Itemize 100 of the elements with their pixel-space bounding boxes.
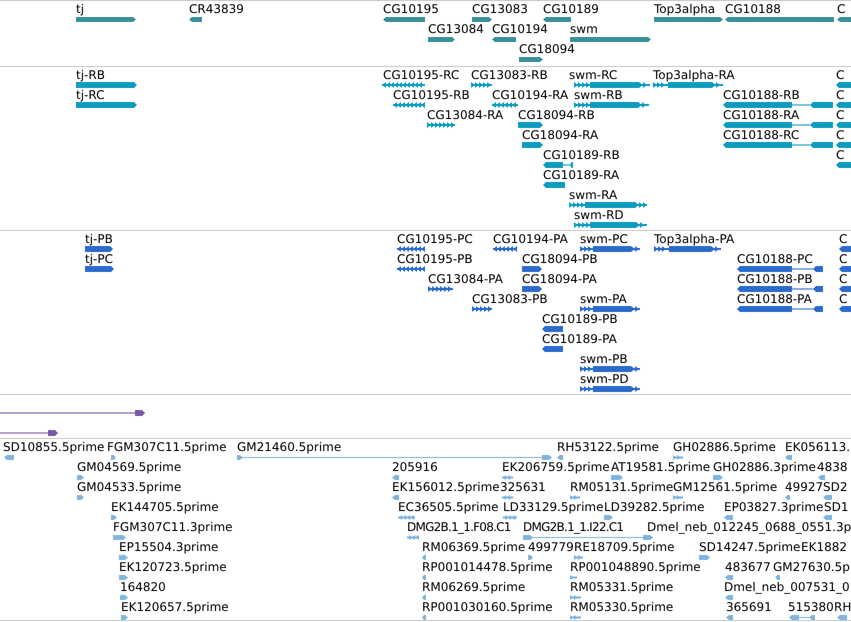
feature-label: SD10855.5prime (3, 440, 104, 454)
feature-label: 365691 (726, 600, 772, 614)
feature-label: CG10189-PA (542, 332, 617, 346)
feature-label: CG18094-RA (522, 128, 598, 142)
feature-label: LD33129.5prime (503, 500, 604, 514)
feature-label: 499779 (528, 540, 574, 554)
feature-label: GH02886.5prime (673, 440, 776, 454)
feature-label: CG10194-RA (492, 88, 568, 102)
feature-label: RM06369.5prime (422, 540, 526, 554)
feature-label: CG13084-RA (427, 108, 504, 122)
feature-label: CG13083-PB (472, 292, 548, 306)
feature-label: C (836, 128, 844, 142)
feature-label: RP001030160.5prime (422, 600, 553, 614)
feature-label: CR43839 (189, 2, 244, 16)
feature-label: tj-RB (76, 68, 105, 82)
feature-label: SD2 (823, 480, 848, 494)
feature-label: GM12561.5prime (673, 480, 778, 494)
feature-label: CG18094-PB (522, 252, 598, 266)
feature-label: CG10195 (383, 2, 439, 16)
feature-label: swm (570, 22, 598, 36)
feature-label: DMG2B.1_1.I22.C1 (523, 520, 624, 534)
feature-label: CG18094 (519, 42, 575, 56)
feature-label: CG10195-RB (393, 88, 470, 102)
feature-label: 49927 (785, 480, 824, 494)
feature-label: Dmel_neb_012245_0688_0551.3p (647, 520, 851, 534)
feature-label: CG13084 (428, 22, 484, 36)
feature-label: 483677 (725, 560, 771, 574)
feature-label: FGM307C11.3prime (113, 520, 233, 534)
feature-label: CG13083-RB (471, 68, 548, 82)
feature-label: GM21460.5prime (237, 440, 342, 454)
feature-label: C (837, 2, 846, 16)
feature-label: RP001048890.5prime (570, 560, 701, 574)
feature-label: EP15504.3prime (119, 540, 218, 554)
feature-label: GM04533.5prime (77, 480, 182, 494)
feature-label: EC36505.5prime (398, 500, 499, 514)
feature-label: SD1 (824, 500, 848, 514)
feature-label: C (836, 108, 844, 122)
feature-label: RH (834, 600, 851, 614)
feature-label: CG10188-RB (723, 88, 800, 102)
feature-label: swm-RA (569, 188, 618, 202)
feature-label: tj (76, 2, 84, 16)
feature-label: CG10188-PC (737, 252, 813, 266)
feature-label: swm-RD (574, 208, 624, 222)
feature-label: GH02886.3prime (713, 460, 816, 474)
feature-label: RH53122.5prime (557, 440, 659, 454)
feature-label: tj-RC (76, 88, 104, 102)
feature-label: C (836, 88, 844, 102)
feature-label: CG10188-PB (737, 272, 813, 286)
feature-label: DMG2B.1_1.F08.C1 (407, 520, 511, 534)
feature-label: swm-RC (569, 68, 618, 82)
feature-label: CG10195-PC (397, 232, 473, 246)
feature-label: 205916 (392, 460, 438, 474)
feature-label: CG10189-RB (543, 148, 620, 162)
feature-label: AT19581.5prime (611, 460, 710, 474)
feature-label: CG10189 (543, 2, 599, 16)
feature-label: EK120723.5prime (119, 560, 227, 574)
feature-label: 164820 (120, 580, 166, 594)
feature-label: FGM307C11.5prime (107, 440, 227, 454)
feature-label: 515380 (788, 600, 834, 614)
feature-label: swm-RB (574, 88, 623, 102)
feature-label: EK120657.5prime (121, 600, 229, 614)
feature-label: CG13084-PA (428, 272, 503, 286)
feature-label: C (839, 252, 848, 266)
feature-label: C (836, 148, 844, 162)
feature-label: swm-PB (580, 352, 628, 366)
feature-label: EP03827.3prime (724, 500, 824, 514)
feature-label: CG18094-RB (518, 108, 595, 122)
feature-label: CG10188-PA (737, 292, 812, 306)
feature-label: RM05330.5prime (570, 600, 674, 614)
feature-label: C (839, 292, 848, 306)
feature-label: Top3alpha-PA (654, 232, 734, 246)
feature-label: RM05331.5prime (570, 580, 674, 594)
feature-label: tj-PB (85, 232, 113, 246)
feature-label: C (836, 68, 844, 82)
feature-label: CG10194-PA (493, 232, 568, 246)
feature-label: EK056113. (785, 440, 850, 454)
feature-label: 4838 (817, 460, 848, 474)
feature-label: CG10189-RA (543, 168, 620, 182)
feature-label: CG10195-RC (383, 68, 460, 82)
feature-label: tj-PC (85, 252, 113, 266)
feature-label: EK206759.5prime (502, 460, 610, 474)
feature-label: RE18709.5prime (574, 540, 674, 554)
feature-label: Top3alpha (654, 2, 716, 16)
feature-label: EK156012.5prime (392, 480, 500, 494)
feature-label: GM27630.5p (773, 560, 850, 574)
feature-label: EK144705.5prime (111, 500, 219, 514)
feature-label: CG18094-PA (522, 272, 597, 286)
feature-label: LD39282.5prime (604, 500, 705, 514)
feature-label: Top3alpha-RA (653, 68, 735, 82)
feature-label: C (839, 272, 848, 286)
feature-label: CG10188-RA (723, 108, 800, 122)
feature-label: RM05131.5prime (570, 480, 674, 494)
feature-label: CG10194 (492, 22, 548, 36)
feature-label: CG13083 (472, 2, 528, 16)
feature-label: RP001014478.5prime (422, 560, 553, 574)
feature-label: CG10188 (725, 2, 781, 16)
feature-label: SD14247.5prime (699, 540, 800, 554)
feature-label: C (839, 232, 848, 246)
feature-label: 325631 (500, 480, 546, 494)
feature-label: EK1882 (801, 540, 847, 554)
